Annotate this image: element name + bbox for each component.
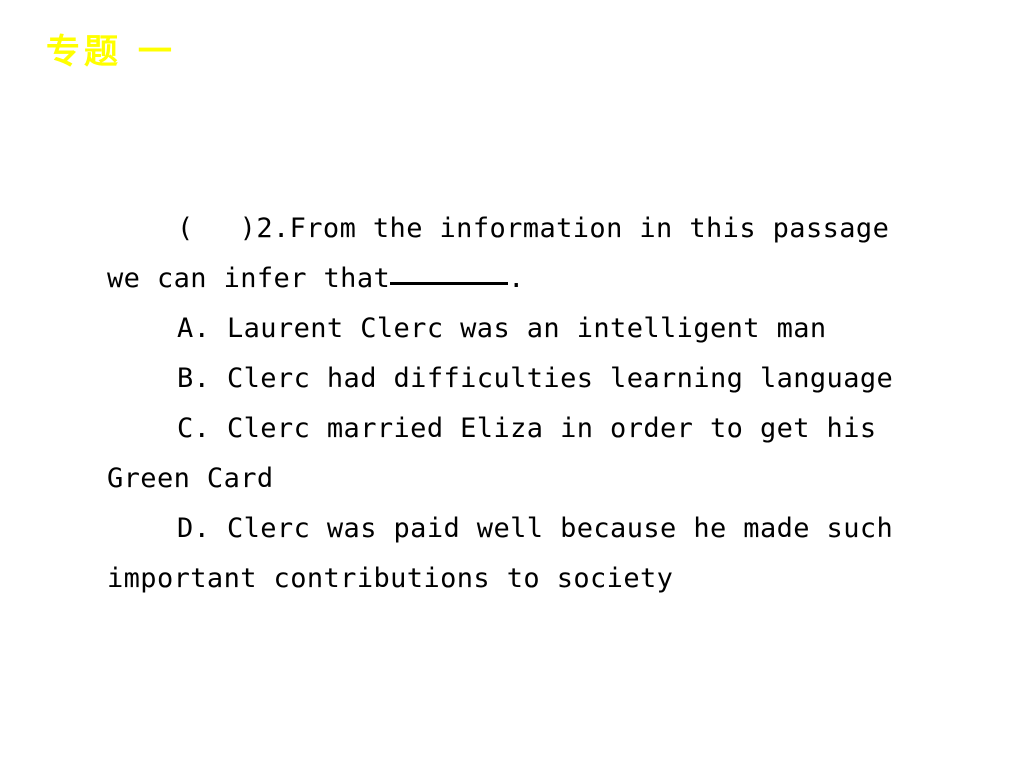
option-a[interactable]: A. Laurent Clerc was an intelligent man — [107, 304, 957, 354]
question-number: 2. — [256, 213, 290, 244]
question-stem-period: . — [508, 263, 525, 294]
option-a-label: A. — [177, 313, 211, 344]
answer-blank-underline[interactable] — [390, 262, 509, 285]
answer-bracket-open: ( — [177, 213, 194, 244]
question-block: ()2.From the information in this passage… — [107, 204, 957, 604]
option-d-text-wrapped: important contributions to society — [107, 563, 674, 594]
option-b[interactable]: B. Clerc had difficulties learning langu… — [107, 354, 957, 404]
question-stem-line-2: we can infer that. — [107, 254, 957, 304]
option-d-label: D. — [177, 513, 211, 544]
option-c[interactable]: C. Clerc married Eliza in order to get h… — [107, 404, 957, 454]
question-stem-line-1: ()2.From the information in this passage — [107, 204, 957, 254]
option-c-text-wrapped: Green Card — [107, 463, 274, 494]
option-b-label: B. — [177, 363, 211, 394]
option-c-continuation: Green Card — [107, 454, 957, 504]
question-stem-text-2: we can infer that — [107, 263, 391, 294]
option-c-text: Clerc married Eliza in order to get his — [210, 413, 877, 444]
option-c-label: C. — [177, 413, 211, 444]
option-b-text: Clerc had difficulties learning language — [210, 363, 894, 394]
answer-bracket-close: ) — [239, 213, 257, 244]
option-d[interactable]: D. Clerc was paid well because he made s… — [107, 504, 957, 554]
option-a-text: Laurent Clerc was an intelligent man — [210, 313, 827, 344]
option-d-text: Clerc was paid well because he made such — [210, 513, 894, 544]
page-title: 专题 一 — [46, 32, 176, 72]
question-stem-text-1: From the information in this passage — [289, 213, 890, 244]
slide-canvas: 专题 一 ()2.From the information in this pa… — [0, 0, 1024, 768]
option-d-continuation: important contributions to society — [107, 554, 957, 604]
